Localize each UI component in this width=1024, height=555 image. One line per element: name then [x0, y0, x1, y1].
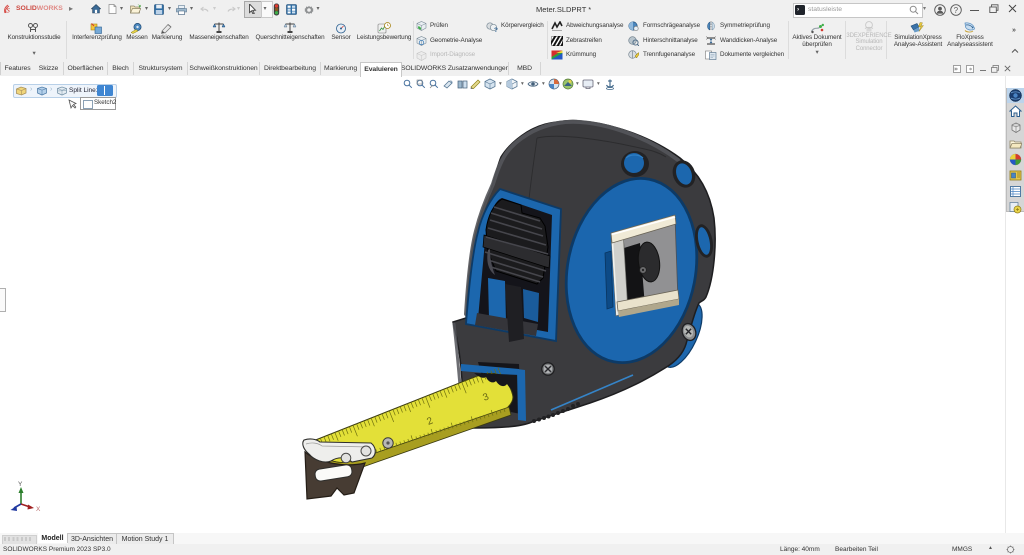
svg-text:Y: Y	[18, 481, 23, 488]
svg-text:?: ?	[494, 26, 498, 31]
svg-text:?: ?	[954, 5, 959, 14]
svg-text:X: X	[36, 506, 41, 513]
svg-text:s: s	[7, 5, 11, 15]
